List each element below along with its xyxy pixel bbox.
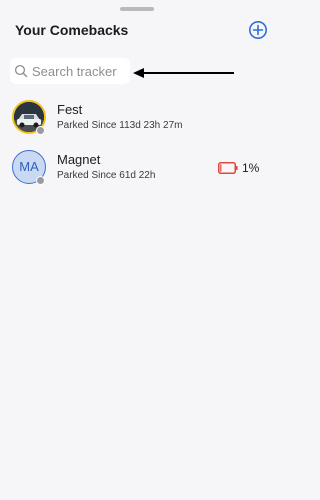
tracker-status: Parked Since 113d 23h 27m	[57, 120, 183, 131]
tracker-status: Parked Since 61d 22h	[57, 170, 156, 181]
battery-percent: 1%	[242, 161, 260, 175]
search-field[interactable]	[10, 58, 130, 84]
tracker-row-fest[interactable]: Fest Parked Since 113d 23h 27m	[0, 98, 281, 146]
sheet-grabber[interactable]	[120, 7, 154, 11]
search-icon	[14, 64, 28, 78]
page-title: Your Comebacks	[15, 22, 129, 38]
header: Your Comebacks	[0, 18, 281, 42]
add-tracker-button[interactable]	[248, 20, 268, 40]
status-dot	[36, 126, 45, 135]
search-input[interactable]	[32, 62, 128, 80]
status-dot	[36, 176, 45, 185]
arrow-left-icon	[133, 68, 234, 78]
plus-circle-icon	[249, 21, 267, 39]
battery-low-icon	[218, 162, 238, 174]
tracker-name: Fest	[57, 102, 83, 117]
tracker-row-magnet[interactable]: MA Magnet Parked Since 61d 22h 1%	[0, 148, 281, 196]
tracker-name: Magnet	[57, 152, 101, 167]
